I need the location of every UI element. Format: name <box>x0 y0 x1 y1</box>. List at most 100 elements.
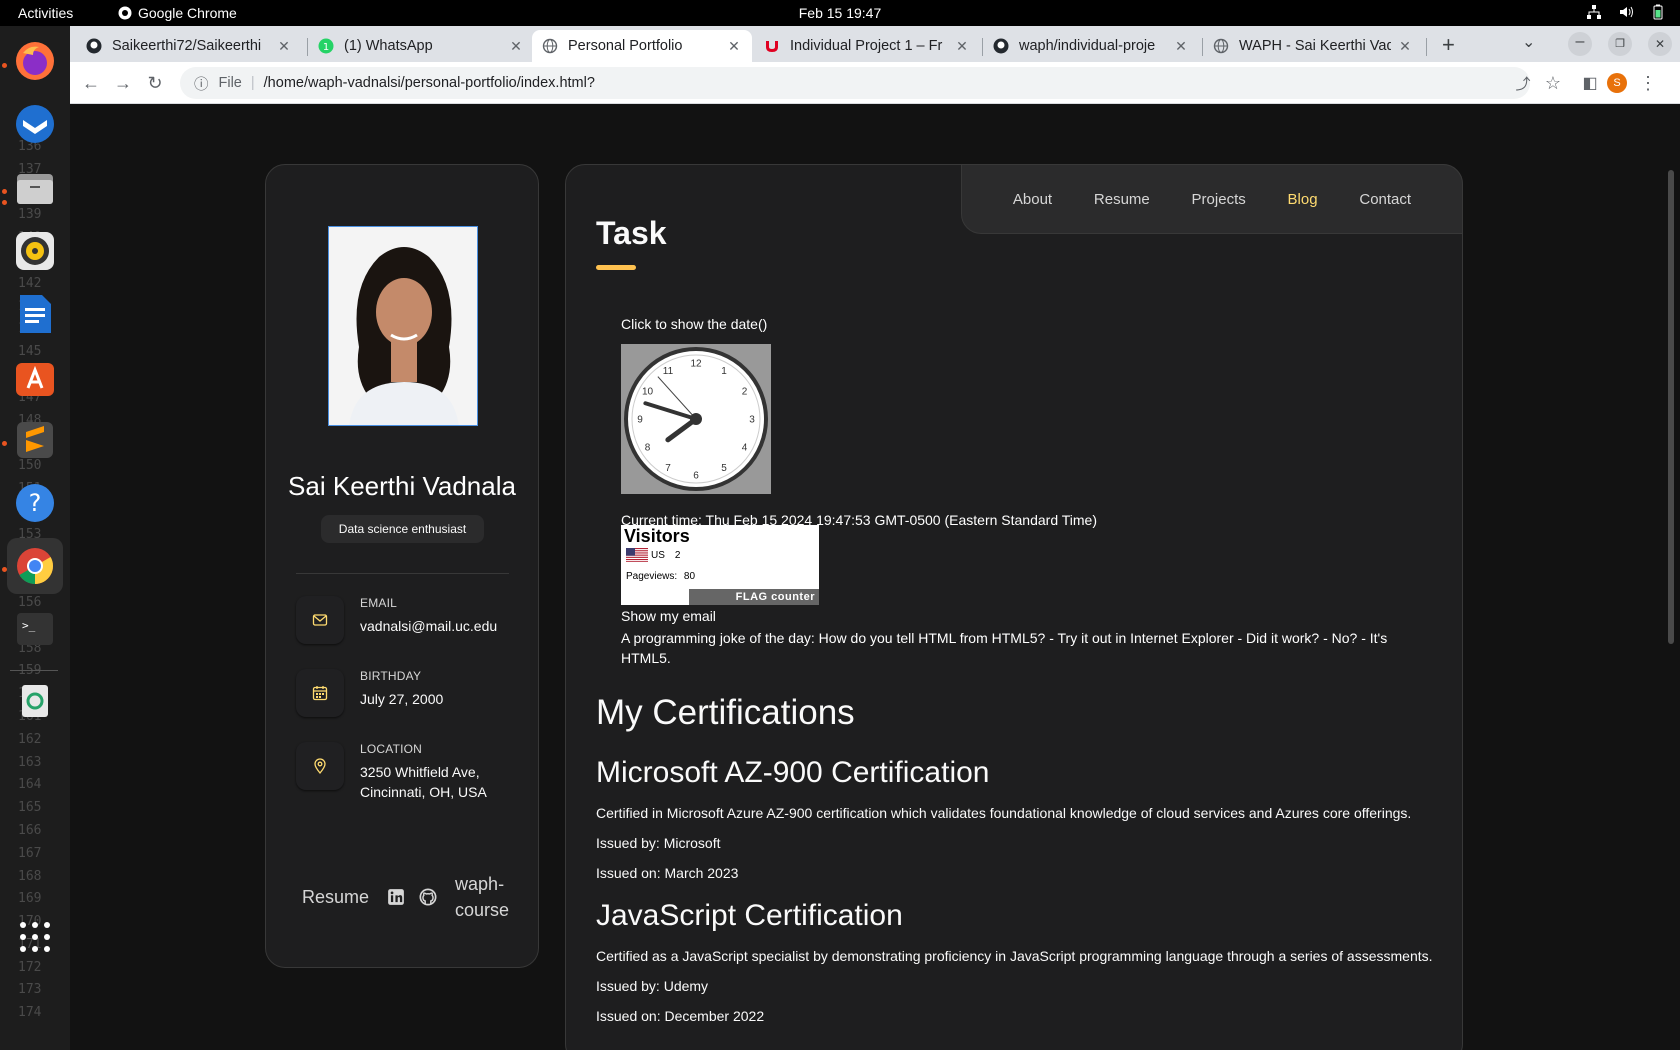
browser-tab[interactable]: waph/individual-proje ✕ <box>983 30 1199 62</box>
forward-button[interactable]: → <box>110 70 136 96</box>
tab-title: Saikeerthi72/Saikeerthi <box>112 38 262 54</box>
nav-resume[interactable]: Resume <box>1094 191 1150 208</box>
line-number: 162 <box>18 731 42 747</box>
info-icon[interactable]: ⓘ <box>194 73 209 94</box>
app-center-icon <box>16 363 54 396</box>
help-icon: ? <box>16 484 54 522</box>
dock-separator <box>10 670 58 671</box>
title-underline <box>596 265 636 270</box>
email-link[interactable]: vadnalsi@mail.uc.edu <box>360 616 497 636</box>
waph-course-link[interactable]: waph-course <box>455 871 513 923</box>
running-indicator <box>2 63 7 68</box>
clock-numeral: 12 <box>690 359 702 370</box>
us-flag-icon <box>626 548 648 562</box>
close-icon[interactable]: ✕ <box>1397 38 1413 55</box>
address-bar[interactable]: ⓘ File | /home/waph-vadnalsi/personal-po… <box>180 67 1530 99</box>
browser-tab-active[interactable]: Personal Portfolio ✕ <box>532 30 752 62</box>
chrome-icon <box>118 6 132 20</box>
github-icon[interactable] <box>419 888 437 906</box>
profile-title-badge: Data science enthusiast <box>321 515 484 543</box>
volume-icon <box>1620 6 1633 18</box>
show-date-button[interactable]: Click to show the date() <box>621 316 767 332</box>
page-scrollbar[interactable] <box>1668 170 1674 644</box>
location-icon <box>296 742 344 790</box>
reload-button[interactable]: ↻ <box>142 70 168 96</box>
activities-button[interactable]: Activities <box>18 5 73 21</box>
terminal-launcher[interactable]: >_ <box>10 604 60 654</box>
close-window-button[interactable]: ✕ <box>1648 32 1672 56</box>
show-apps-button[interactable] <box>10 912 60 962</box>
clock-numeral: 5 <box>721 463 727 474</box>
browser-tab[interactable]: Individual Project 1 – Fr ✕ <box>754 30 980 62</box>
linkedin-icon[interactable] <box>387 888 405 906</box>
terminal-icon: >_ <box>17 613 53 645</box>
maximize-button[interactable]: ❐ <box>1608 32 1632 56</box>
running-indicator <box>2 200 7 205</box>
tab-title: Personal Portfolio <box>568 38 683 54</box>
contact-email: Email vadnalsi@mail.uc.edu <box>296 596 497 644</box>
certifications-heading: My Certifications <box>596 693 855 732</box>
close-icon[interactable]: ✕ <box>954 38 970 55</box>
sublime-launcher[interactable] <box>10 415 60 465</box>
flag-counter-title: Visitors <box>624 526 690 546</box>
close-icon[interactable]: ✕ <box>276 38 292 55</box>
clock-numeral: 4 <box>742 443 748 454</box>
thunderbird-launcher[interactable] <box>10 99 60 149</box>
flag-counter-widget[interactable]: Visitors US 2 Pageviews: 80 FLAG counter <box>621 525 819 605</box>
uc-icon <box>766 41 778 52</box>
nav-contact[interactable]: Contact <box>1359 191 1411 208</box>
trash-launcher[interactable] <box>10 674 60 724</box>
tab-separator <box>1426 38 1427 56</box>
calendar-icon <box>296 669 344 717</box>
cert-title: Microsoft AZ-900 Certification <box>596 756 990 789</box>
close-icon[interactable]: ✕ <box>726 38 742 55</box>
cert-date: Issued on: December 2022 <box>596 1008 765 1024</box>
clock-numeral: 7 <box>665 463 671 474</box>
flag-counter-count: 2 <box>674 549 681 561</box>
new-tab-button[interactable]: + <box>1442 32 1455 58</box>
app-menu[interactable]: Google Chrome <box>118 5 237 21</box>
system-tray[interactable] <box>1586 4 1666 20</box>
svg-text:>_: >_ <box>22 619 36 632</box>
line-number: 173 <box>18 982 42 998</box>
chrome-tab-strip: Saikeerthi72/Saikeerthi ✕ 1 (1) WhatsApp… <box>70 26 1680 62</box>
files-launcher[interactable] <box>10 163 60 213</box>
browser-tab[interactable]: Saikeerthi72/Saikeerthi ✕ <box>76 30 302 62</box>
page-viewport: Sai Keerthi Vadnala Data science enthusi… <box>70 104 1680 1050</box>
help-launcher[interactable]: ? <box>10 478 60 528</box>
rhythmbox-launcher[interactable] <box>10 226 60 276</box>
close-icon[interactable]: ✕ <box>1173 38 1189 55</box>
firefox-launcher[interactable] <box>10 36 60 86</box>
side-panel-icon: ◧ <box>1582 75 1598 92</box>
nav-projects[interactable]: Projects <box>1192 191 1246 208</box>
tab-search-chevron-icon[interactable]: ⌄ <box>1522 32 1535 52</box>
nav-blog[interactable]: Blog <box>1288 191 1318 208</box>
minimize-button[interactable]: – <box>1568 32 1592 56</box>
share-button[interactable]: ⤴ <box>1510 70 1536 96</box>
side-panel-button[interactable]: ◧ <box>1577 70 1603 96</box>
globe-icon <box>542 38 558 54</box>
app-center-launcher[interactable] <box>10 352 60 402</box>
browser-tab[interactable]: WAPH - Sai Keerthi Vad ✕ <box>1203 30 1423 62</box>
joke-of-the-day: A programming joke of the day: How do yo… <box>621 630 1388 666</box>
back-button[interactable]: ← <box>78 70 104 96</box>
chrome-launcher[interactable] <box>7 538 63 594</box>
browser-tab[interactable]: 1 (1) WhatsApp ✕ <box>308 30 534 62</box>
bookmark-button[interactable]: ☆ <box>1540 70 1566 96</box>
datetime[interactable]: Feb 15 19:47 <box>0 5 1680 21</box>
contact-location: Location 3250 Whitfield Ave, Cincinnati,… <box>296 742 487 802</box>
line-number: 166 <box>18 822 42 838</box>
running-indicator <box>2 441 7 446</box>
writer-launcher[interactable] <box>10 289 60 339</box>
resume-link[interactable]: Resume <box>302 887 369 908</box>
share-icon: ⤴ <box>1515 75 1531 93</box>
pageviews-label: Pageviews: <box>626 571 678 582</box>
location-line-1: 3250 Whitfield Ave, <box>360 764 480 780</box>
close-icon[interactable]: ✕ <box>508 38 524 55</box>
profile-avatar[interactable]: S <box>1607 73 1627 93</box>
show-email-button[interactable]: Show my email <box>621 608 716 624</box>
nav-about[interactable]: About <box>1013 191 1052 208</box>
clock-numeral: 10 <box>642 387 654 398</box>
chrome-menu-button[interactable]: ⋮ <box>1635 70 1661 96</box>
line-number: 165 <box>18 800 42 816</box>
